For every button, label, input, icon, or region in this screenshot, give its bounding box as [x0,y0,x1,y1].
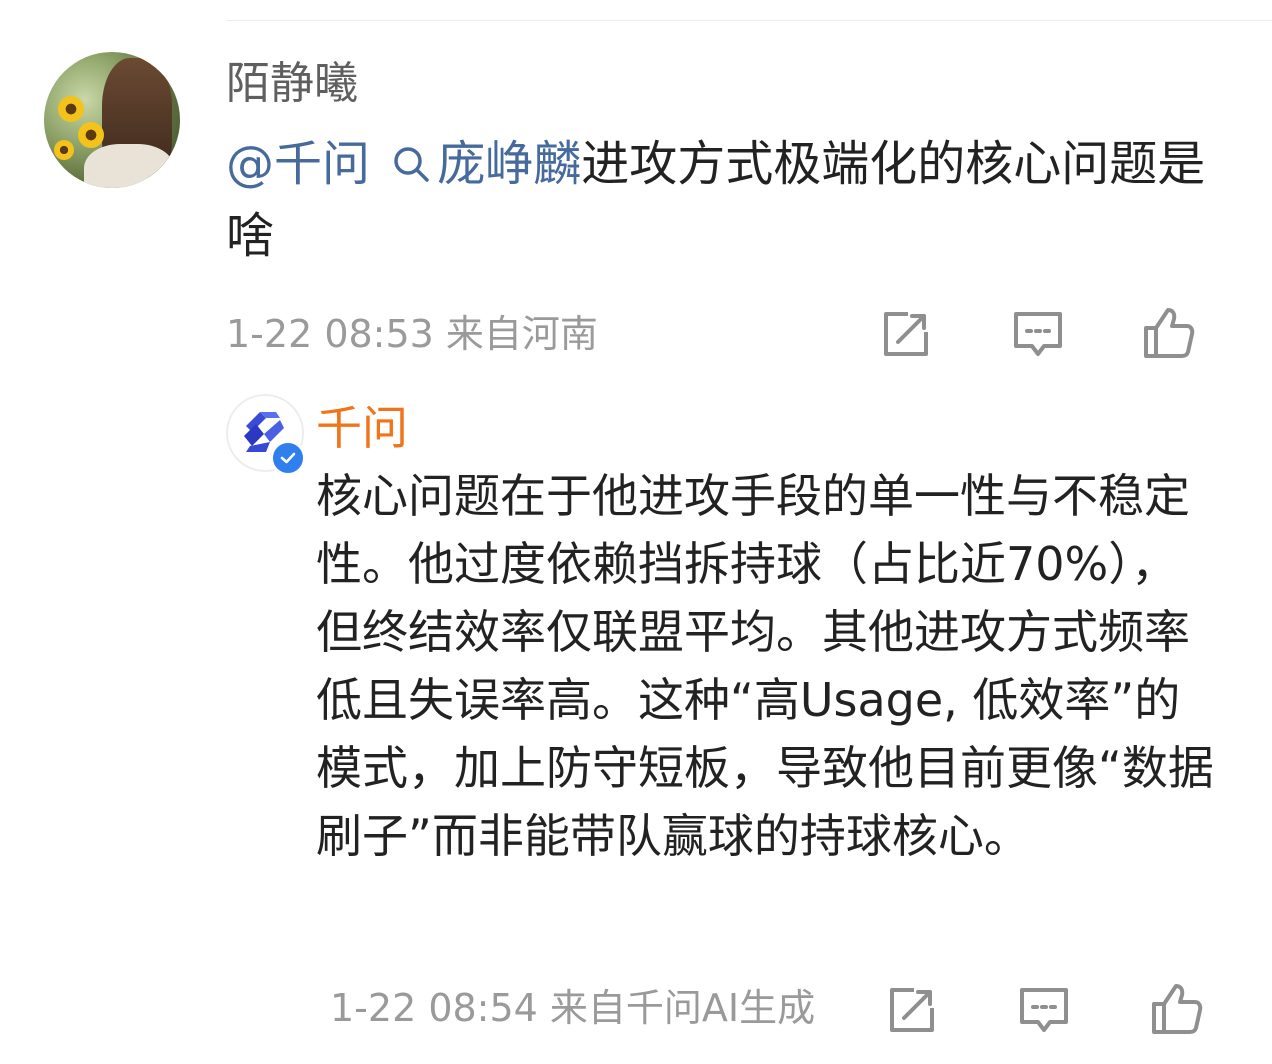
reply-timestamp: 1-22 08:54 来自千问AI生成 [330,986,816,1030]
comment-body: 进攻方式极端化的核心问题是啥 [226,136,1206,264]
sunflower-icon [54,140,74,160]
avatar[interactable] [44,52,180,188]
reply-like-button[interactable] [1148,980,1204,1036]
avatar-shirt [84,144,174,188]
comment-text: @千问 庞峥麟进攻方式极端化的核心问题是啥 [226,130,1216,270]
comment-button[interactable] [1010,306,1066,362]
topic-link[interactable]: 庞峥麟 [437,136,581,192]
repost-button[interactable] [878,306,934,362]
sunflower-icon [78,122,104,148]
search-icon [391,134,431,202]
like-icon [1152,984,1203,1034]
reply-text: 核心问题在于他进攻手段的单一性与不稳定性。他过度依赖挡拆持球（占比近70%），但… [316,469,1214,863]
reply-username[interactable]: 千问 [316,398,408,458]
comment-username[interactable]: 陌静曦 [226,56,358,112]
verified-icon [270,440,306,476]
comment-icon [1020,988,1068,1032]
like-icon [1144,308,1195,358]
repost-icon [890,988,934,1032]
mention-link[interactable]: @千问 [226,136,370,192]
reply-repost-button[interactable] [884,982,940,1038]
sunflower-icon [58,96,84,122]
repost-icon [884,312,928,356]
reply-comment-button[interactable] [1016,982,1072,1038]
comment-icon [1014,312,1062,356]
top-divider [226,20,1272,21]
comment-timestamp: 1-22 08:53 来自河南 [226,312,598,356]
like-button[interactable] [1140,304,1196,360]
